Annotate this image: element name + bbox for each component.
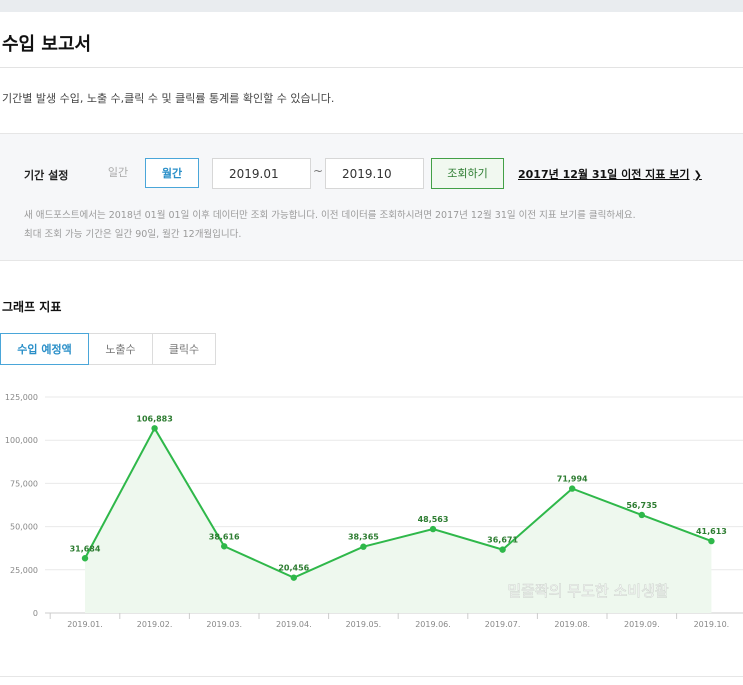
data-point[interactable] <box>290 574 297 581</box>
data-point[interactable] <box>708 537 715 545</box>
data-label: 71,994 <box>557 475 588 484</box>
x-tick-label: 2019.05. <box>346 620 382 629</box>
filter-note: 새 애드포스트에서는 2018년 01월 01일 이후 데이터만 조회 가능합니… <box>24 210 636 221</box>
data-label: 38,365 <box>348 533 379 542</box>
page-title: 수입 보고서 <box>2 34 92 55</box>
data-label: 41,613 <box>696 527 727 536</box>
y-tick-label: 0 <box>33 609 38 618</box>
end-month-input[interactable]: 2019.10 <box>325 158 424 189</box>
data-point[interactable] <box>499 546 506 553</box>
filter-note-limit: 최대 조회 가능 기간은 일간 90일, 월간 12개월입니다. <box>24 229 242 240</box>
x-tick-label: 2019.08. <box>554 620 590 629</box>
old-report-link-label: 2017년 12월 31일 이전 지표 보기 <box>518 168 690 181</box>
x-tick-label: 2019.10. <box>694 620 730 629</box>
data-point[interactable] <box>221 543 228 550</box>
chevron-right-icon: ❯ <box>693 170 702 181</box>
y-tick-label: 125,000 <box>5 393 38 402</box>
y-tick-label: 75,000 <box>10 479 38 488</box>
data-point[interactable] <box>81 555 89 562</box>
monthly-toggle[interactable]: 월간 <box>145 158 199 188</box>
period-filter-panel: 기간 설정 일간 월간 2019.01 ~ 2019.10 조회하기 2017년… <box>0 133 743 261</box>
old-report-link[interactable]: 2017년 12월 31일 이전 지표 보기 ❯ <box>518 166 702 182</box>
data-label: 48,563 <box>418 515 449 524</box>
x-tick-label: 2019.03. <box>206 620 242 629</box>
revenue-line-chart: 0 25,000 50,000 75,000 100,000 125,000 2019.01… <box>5 393 743 629</box>
x-tick-label: 2019.02. <box>137 620 173 629</box>
data-point[interactable] <box>429 525 437 533</box>
y-tick-label: 25,000 <box>10 566 38 575</box>
data-label: 31,684 <box>70 544 101 553</box>
top-bar <box>0 0 743 12</box>
daily-toggle[interactable]: 일간 <box>92 158 144 188</box>
range-separator: ~ <box>313 164 324 178</box>
data-point[interactable] <box>151 425 158 432</box>
start-month-input[interactable]: 2019.01 <box>212 158 311 189</box>
data-point[interactable] <box>569 485 576 492</box>
x-tick-label: 2019.07. <box>485 620 521 629</box>
data-point[interactable] <box>638 511 645 519</box>
data-label: 38,616 <box>209 532 240 541</box>
y-tick-label: 100,000 <box>5 436 38 445</box>
x-tick-label: 2019.06. <box>415 620 451 629</box>
tab-clicks[interactable]: 클릭수 <box>153 333 216 365</box>
tab-impressions[interactable]: 노출수 <box>89 333 153 365</box>
y-tick-label: 50,000 <box>10 523 38 532</box>
x-tick-label: 2019.09. <box>624 620 660 629</box>
footer-divider <box>0 676 743 677</box>
watermark: 밑줄쫙의 무도한 소비생활 <box>507 582 669 600</box>
data-label: 56,735 <box>626 501 657 510</box>
data-label: 106,883 <box>136 414 172 423</box>
search-button[interactable]: 조회하기 <box>431 158 504 189</box>
divider <box>0 67 743 68</box>
page-description: 기간별 발생 수입, 노출 수,클릭 수 및 클릭률 통계를 확인할 수 있습니… <box>2 92 335 105</box>
data-point[interactable] <box>360 543 367 550</box>
x-tick-label: 2019.04. <box>276 620 312 629</box>
x-tick-label: 2019.01. <box>67 620 103 629</box>
data-label: 36,671 <box>487 536 518 545</box>
graph-section-title: 그래프 지표 <box>2 300 62 314</box>
data-label: 20,456 <box>278 564 309 573</box>
tab-expected-revenue[interactable]: 수입 예정액 <box>0 333 89 365</box>
period-label: 기간 설정 <box>24 169 69 182</box>
